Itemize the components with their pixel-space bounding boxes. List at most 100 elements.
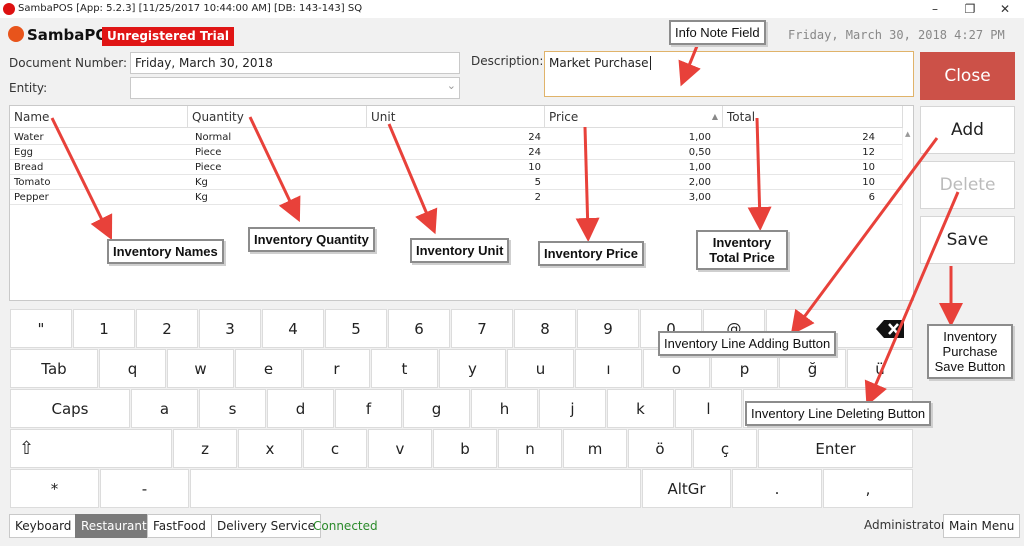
key-7[interactable]: 7 [451,309,513,348]
key-t[interactable]: t [371,349,438,388]
key-2[interactable]: 2 [136,309,198,348]
key-s[interactable]: s [199,389,266,428]
key-w[interactable]: w [167,349,234,388]
key-o-umlaut[interactable]: ö [628,429,692,468]
chevron-down-icon: ⌄ [446,79,456,92]
key-1[interactable]: 1 [73,309,135,348]
annotation-save-line1: Inventory [943,329,997,344]
scroll-up-icon[interactable]: ▲ [905,130,910,138]
key-a[interactable]: a [131,389,198,428]
minimize-button[interactable]: – [920,0,950,18]
key-q[interactable]: q [99,349,166,388]
key-n[interactable]: n [498,429,562,468]
key-x[interactable]: x [238,429,302,468]
description-label: Description: [471,54,544,68]
column-header-name[interactable]: Name [10,106,188,128]
key-quote[interactable]: " [10,309,72,348]
delivery-service-button[interactable]: Delivery Service [211,514,321,538]
window-close-button[interactable]: ✕ [990,0,1020,18]
key-l[interactable]: l [675,389,742,428]
key-enter[interactable]: Enter [758,429,913,468]
close-button[interactable]: Close [920,52,1015,100]
restore-button[interactable]: ❐ [955,0,985,18]
key-e[interactable]: e [235,349,302,388]
user-name: Administrator [864,518,946,532]
key-b[interactable]: b [433,429,497,468]
table-row[interactable]: Egg Piece 24 0,50 12 [10,145,903,160]
key-tab[interactable]: Tab [10,349,98,388]
cell-quantity: 2 [534,192,541,203]
key-g[interactable]: g [403,389,470,428]
window-title: SambaPOS [App: 5.2.3] [11/25/2017 10:44:… [18,3,363,14]
column-header-unit[interactable]: Unit [367,106,545,128]
cell-total: 10 [862,162,875,173]
annotation-line-deleting: Inventory Line Deleting Button [745,401,932,426]
save-button[interactable]: Save [920,216,1015,264]
key-9[interactable]: 9 [577,309,639,348]
key-u[interactable]: u [507,349,574,388]
key-caps[interactable]: Caps [10,389,130,428]
key-k[interactable]: k [607,389,674,428]
key-u-umlaut[interactable]: ü [847,349,913,388]
key-f[interactable]: f [335,389,402,428]
cell-name: Tomato [14,177,51,188]
key-dotless-i[interactable]: ı [575,349,642,388]
column-header-price[interactable]: Price ▲ [545,106,723,128]
key-v[interactable]: v [368,429,432,468]
main-menu-button[interactable]: Main Menu [943,514,1021,538]
key-c-cedilla[interactable]: ç [693,429,757,468]
add-button[interactable]: Add [920,106,1015,154]
restaurant-button[interactable]: Restaurant [75,514,153,538]
key-m[interactable]: m [563,429,627,468]
description-field[interactable]: Market Purchase [544,51,914,97]
cell-name: Water [14,132,44,143]
key-shift[interactable]: ⇧ [10,429,172,468]
cell-unit: Piece [195,162,222,173]
key-h[interactable]: h [471,389,538,428]
fastfood-button[interactable]: FastFood [147,514,212,538]
entity-label: Entity: [9,81,48,95]
backspace-icon [876,320,904,338]
cell-unit: Piece [195,147,222,158]
column-header-total[interactable]: Total [723,106,903,128]
keyboard-toggle-button[interactable]: Keyboard [9,514,78,538]
delete-button[interactable]: Delete [920,161,1015,209]
cell-unit: Kg [195,177,208,188]
document-number-field[interactable]: Friday, March 30, 2018 [130,52,460,74]
title-bar: SambaPOS [App: 5.2.3] [11/25/2017 10:44:… [0,0,1024,18]
annotation-save-line3: Save Button [934,359,1006,374]
table-row[interactable]: Tomato Kg 5 2,00 10 [10,175,903,190]
key-5[interactable]: 5 [325,309,387,348]
cell-price: 3,00 [688,192,711,203]
key-6[interactable]: 6 [388,309,450,348]
table-row[interactable]: Bread Piece 10 1,00 10 [10,160,903,175]
key-4[interactable]: 4 [262,309,324,348]
key-c[interactable]: c [303,429,367,468]
key-minus[interactable]: - [100,469,189,508]
table-row[interactable]: Water Normal 24 1,00 24 [10,130,903,145]
key-z[interactable]: z [173,429,237,468]
annotation-inventory-quantity: Inventory Quantity [248,227,375,252]
entity-select[interactable]: ⌄ [130,77,460,99]
key-r[interactable]: r [303,349,370,388]
cell-name: Bread [14,162,44,173]
key-d[interactable]: d [267,389,334,428]
cell-unit: Normal [195,132,232,143]
key-8[interactable]: 8 [514,309,576,348]
cell-quantity: 10 [528,162,541,173]
key-space[interactable] [190,469,641,508]
key-y[interactable]: y [439,349,506,388]
cell-quantity: 5 [534,177,541,188]
table-row[interactable]: Pepper Kg 2 3,00 6 [10,190,903,205]
key-comma[interactable]: , [823,469,913,508]
cell-name: Egg [14,147,34,158]
key-altgr[interactable]: AltGr [642,469,731,508]
grid-scrollbar[interactable]: ▲ [902,128,913,300]
key-asterisk[interactable]: * [10,469,99,508]
key-period[interactable]: . [732,469,822,508]
key-j[interactable]: j [539,389,606,428]
key-3[interactable]: 3 [199,309,261,348]
column-header-quantity[interactable]: Quantity [188,106,367,128]
cell-name: Pepper [14,192,49,203]
app-icon [3,3,15,15]
